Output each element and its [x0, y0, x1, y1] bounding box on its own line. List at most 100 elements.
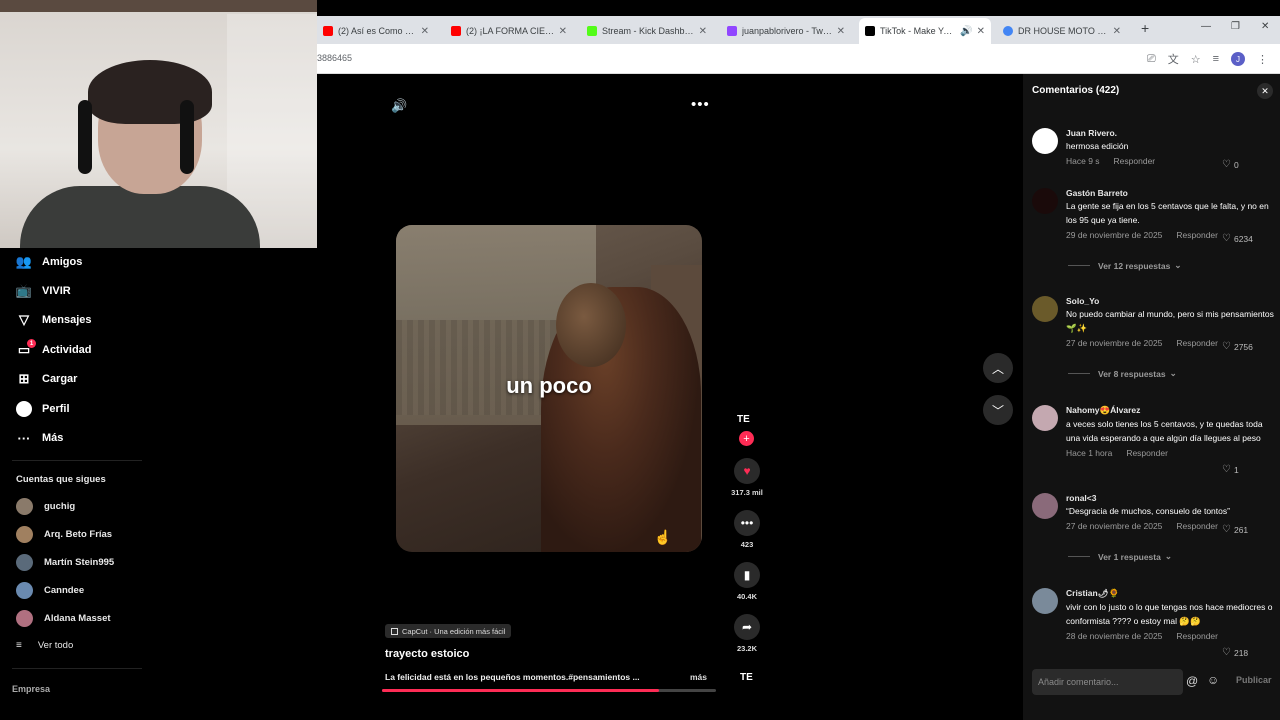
comment-icon[interactable]: •••: [734, 510, 760, 536]
nav-upload[interactable]: ⊞ Cargar: [16, 369, 78, 389]
chevron-down-icon: ⌄: [1164, 551, 1172, 561]
audio-icon[interactable]: 🔊: [956, 26, 972, 37]
next-video-button[interactable]: ﹀: [983, 395, 1013, 425]
address-text[interactable]: 3886465: [317, 53, 352, 63]
volume-icon[interactable]: 🔊: [391, 98, 407, 114]
mention-icon[interactable]: @: [1186, 674, 1198, 688]
comment-like[interactable]: ♡ 218: [1222, 647, 1248, 658]
nav-live[interactable]: 📺 VIVIR: [16, 281, 71, 301]
nav-label: Mensajes: [42, 314, 92, 326]
menu-kebab-icon[interactable]: ⋮: [1257, 53, 1268, 66]
creator-avatar[interactable]: TE: [737, 414, 750, 425]
heart-icon[interactable]: ♥: [734, 458, 760, 484]
divider: [1068, 265, 1090, 266]
following-account[interactable]: Arq. Beto Frías: [16, 525, 112, 543]
view-replies-toggle[interactable]: Ver 8 respuestas ⌄: [1068, 368, 1177, 379]
comment-text: hermosa edición: [1066, 141, 1129, 151]
bookmark-star-icon[interactable]: ☆: [1191, 53, 1201, 66]
comment-user[interactable]: Solo_Yo: [1066, 296, 1276, 306]
view-replies-toggle[interactable]: Ver 12 respuestas ⌄: [1068, 260, 1181, 271]
browser-tab[interactable]: (2) ¡LA FORMA CIENTÍFICA ✕: [445, 18, 573, 44]
browser-tab[interactable]: DR HOUSE MOTO - Busc ✕: [997, 18, 1127, 44]
close-window-icon[interactable]: ✕: [1261, 21, 1269, 32]
video-progress-bar[interactable]: [382, 689, 716, 692]
music-disc-avatar[interactable]: TE: [740, 672, 753, 683]
comment-like[interactable]: ♡ 6234: [1222, 233, 1253, 244]
address-bar[interactable]: 3886465 ⎚ 文 ☆ ≡ J ⋮: [317, 44, 1280, 74]
reply-button[interactable]: Responder: [1176, 338, 1218, 348]
following-account[interactable]: Aldana Masset: [16, 609, 111, 627]
browser-tab[interactable]: (2) Así es Como Debes Ent ✕: [317, 18, 435, 44]
video-author[interactable]: trayecto estoico: [385, 648, 469, 660]
new-tab-button[interactable]: +: [1141, 20, 1149, 36]
nav-friends[interactable]: 👥 Amigos: [16, 252, 82, 272]
previous-video-button[interactable]: ︿: [983, 353, 1013, 383]
nav-activity[interactable]: ▭ 1 Actividad: [16, 339, 92, 360]
reply-button[interactable]: Responder: [1126, 448, 1168, 458]
close-tab-icon[interactable]: ✕: [833, 26, 845, 37]
close-tab-icon[interactable]: ✕: [1109, 26, 1121, 37]
more-options-icon[interactable]: •••: [691, 96, 710, 113]
view-replies-toggle[interactable]: Ver 1 respuesta ⌄: [1068, 551, 1172, 562]
video-player[interactable]: un poco: [396, 225, 702, 552]
comment-user[interactable]: Nahomy😍Álvarez: [1066, 405, 1276, 416]
comment-input[interactable]: Añadir comentario...: [1032, 669, 1183, 695]
comment-like[interactable]: ♡ 0: [1222, 159, 1239, 170]
footer-company-link[interactable]: Empresa: [12, 684, 50, 694]
following-account[interactable]: Martín Stein995: [16, 553, 114, 571]
publish-button[interactable]: Publicar: [1236, 675, 1272, 685]
reply-button[interactable]: Responder: [1176, 230, 1218, 240]
reply-button[interactable]: Responder: [1176, 631, 1218, 641]
capcut-tag[interactable]: CapCut · Una edición más fácil: [385, 624, 512, 638]
avatar[interactable]: [1032, 493, 1058, 519]
reply-button[interactable]: Responder: [1114, 156, 1156, 166]
bookmark-icon[interactable]: ▮: [734, 562, 760, 588]
see-all-link[interactable]: ≡ Ver todo: [16, 640, 73, 651]
comment-user[interactable]: Cristian🌶🌻: [1066, 588, 1276, 599]
close-comments-button[interactable]: ✕: [1257, 83, 1273, 99]
comment-user[interactable]: Gastón Barreto: [1066, 188, 1276, 198]
avatar[interactable]: [1032, 296, 1058, 322]
reply-button[interactable]: Responder: [1176, 521, 1218, 531]
following-account[interactable]: guchig: [16, 497, 75, 515]
like-action[interactable]: ♥ 317.3 mil: [717, 458, 777, 497]
restore-icon[interactable]: ❐: [1231, 21, 1240, 32]
minimize-icon[interactable]: —: [1201, 21, 1211, 32]
comment-like[interactable]: ♡ 2756: [1222, 341, 1253, 352]
share-action[interactable]: ➦ 23.2K: [717, 614, 777, 653]
close-tab-icon[interactable]: ✕: [695, 26, 707, 37]
follow-plus-button[interactable]: +: [739, 431, 754, 446]
close-tab-icon[interactable]: ✕: [973, 26, 985, 37]
close-tab-icon[interactable]: ✕: [417, 26, 429, 37]
nav-messages[interactable]: ▽ Mensajes: [16, 310, 92, 330]
avatar[interactable]: [1032, 588, 1058, 614]
nav-profile[interactable]: Perfil: [16, 399, 70, 419]
tiktok-icon: [865, 26, 875, 36]
comment-user[interactable]: Juan Rivero.: [1066, 128, 1276, 138]
chevron-down-icon: ⌄: [1174, 260, 1182, 270]
following-title: Cuentas que sigues: [16, 474, 106, 485]
emoji-icon[interactable]: ☺: [1207, 673, 1219, 687]
translate-icon[interactable]: 文: [1168, 51, 1179, 67]
avatar[interactable]: [1032, 188, 1058, 214]
avatar[interactable]: [1032, 128, 1058, 154]
comment-like[interactable]: ♡ 1: [1222, 464, 1239, 475]
share-icon[interactable]: ➦: [734, 614, 760, 640]
video-progress-fill: [382, 689, 660, 692]
following-account[interactable]: Canndee: [16, 581, 84, 599]
cast-icon[interactable]: ⎚: [1147, 53, 1156, 66]
comment-action[interactable]: ••• 423: [717, 510, 777, 549]
comment-like[interactable]: ♡ 261: [1222, 524, 1248, 535]
avatar[interactable]: [1032, 405, 1058, 431]
tab-label: (2) ¡LA FORMA CIENTÍFICA: [466, 26, 555, 36]
browser-tab[interactable]: juanpablorivero - Twitch ✕: [721, 18, 851, 44]
close-tab-icon[interactable]: ✕: [555, 26, 567, 37]
profile-avatar[interactable]: J: [1231, 52, 1245, 66]
save-action[interactable]: ▮ 40.4K: [717, 562, 777, 601]
browser-tab[interactable]: Stream - Kick Dashboard ✕: [581, 18, 713, 44]
comment-user[interactable]: ronal<3: [1066, 493, 1276, 503]
extensions-icon[interactable]: ≡: [1213, 53, 1219, 65]
browser-tab-active[interactable]: TikTok - Make Your D 🔊 ✕: [859, 18, 991, 44]
description-more-link[interactable]: más: [690, 672, 707, 682]
nav-more[interactable]: ··· Más: [16, 428, 64, 448]
